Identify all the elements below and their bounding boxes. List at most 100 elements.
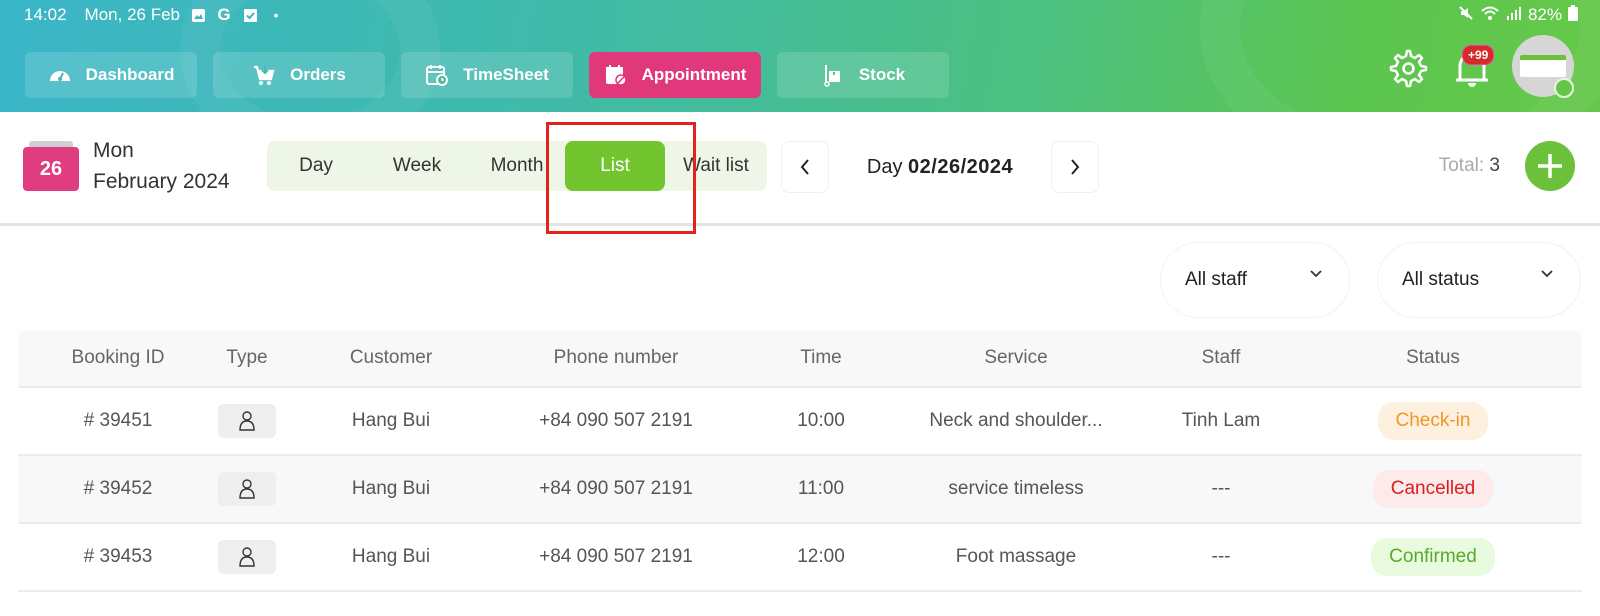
chevron-left-icon (800, 159, 809, 175)
nav-timesheet[interactable]: TimeSheet (401, 52, 573, 98)
nav-appointment-label: Appointment (641, 65, 747, 84)
view-tabs: Day Week Month List Wait list (267, 141, 767, 191)
staff-name: Tinh Lam (1181, 410, 1261, 431)
status-badge: Confirmed (1371, 538, 1495, 576)
next-day-button[interactable] (1051, 141, 1099, 193)
customer-name: Hang Bui (351, 478, 431, 499)
dashboard-gauge-icon (49, 71, 70, 81)
total-value: 3 (1489, 155, 1500, 176)
staff-filter-dropdown[interactable]: All staff (1160, 242, 1350, 318)
customer-name: Hang Bui (351, 546, 431, 567)
total-label: Total: (1438, 155, 1485, 176)
calendar-clock-icon (426, 65, 449, 86)
nav-dashboard[interactable]: Dashboard (25, 52, 197, 98)
tab-day[interactable]: Day (267, 141, 365, 191)
appointment-time: 10:00 (797, 410, 845, 431)
customer-name: Hang Bui (351, 410, 431, 431)
signal-icon (1506, 5, 1522, 26)
nav-dashboard-label: Dashboard (85, 65, 175, 84)
appointment-time: 12:00 (797, 546, 845, 567)
prev-day-button[interactable] (781, 141, 829, 193)
status-filter-value: All status (1402, 269, 1480, 290)
tab-wait-list[interactable]: Wait list (665, 141, 767, 191)
col-staff: Staff (1201, 347, 1241, 368)
service-name: service timeless (948, 478, 1084, 499)
col-phone: Phone number (553, 347, 679, 368)
status-date: Mon, 26 Feb (84, 5, 180, 24)
status-bar: 14:02 Mon, 26 Feb G • (24, 4, 284, 26)
booking-id: # 39453 (83, 546, 153, 567)
booking-id: # 39451 (83, 410, 153, 431)
status-time: 14:02 (24, 5, 67, 24)
image-icon (190, 7, 206, 23)
col-booking-id: Booking ID (71, 347, 165, 368)
tab-list[interactable]: List (565, 141, 665, 191)
table-row[interactable]: # 39451 Hang Bui +84 090 507 2191 10:00 … (18, 388, 1582, 456)
calendar-day: 26 (23, 147, 79, 191)
col-service: Service (984, 347, 1048, 368)
top-bar: 14:02 Mon, 26 Feb G • 82% Dashboard Orde… (0, 0, 1600, 112)
tab-week[interactable]: Week (365, 141, 469, 191)
staff-name: --- (1211, 546, 1231, 567)
col-type: Type (226, 347, 268, 368)
google-icon: G (217, 5, 231, 24)
status-filter-dropdown[interactable]: All status (1377, 242, 1581, 318)
table-header: Booking ID Type Customer Phone number Ti… (18, 330, 1582, 388)
mute-icon (1458, 5, 1474, 26)
status-badge: Cancelled (1372, 470, 1494, 508)
chevron-down-icon (1310, 270, 1322, 278)
plus-icon (1538, 154, 1562, 178)
person-icon (218, 540, 276, 574)
service-name: Neck and shoulder... (929, 410, 1103, 431)
person-icon (218, 404, 276, 438)
service-name: Foot massage (955, 546, 1077, 567)
appointments-table: Booking ID Type Customer Phone number Ti… (18, 330, 1582, 592)
status-badge: Check-in (1377, 402, 1489, 440)
nav-appointment[interactable]: Appointment (589, 52, 761, 98)
col-time: Time (800, 347, 842, 368)
phone-number: +84 090 507 2191 (539, 410, 693, 431)
month-year-label: February 2024 (93, 170, 230, 193)
calendar-check-icon (605, 65, 627, 86)
notification-badge: +99 (1462, 45, 1495, 65)
checkbox-icon (242, 7, 258, 23)
hand-truck-icon (824, 65, 840, 87)
nav-stock[interactable]: Stock (777, 52, 949, 98)
battery-level: 82% (1527, 5, 1562, 24)
nav-orders[interactable]: Orders (213, 52, 385, 98)
phone-number: +84 090 507 2191 (539, 478, 693, 499)
table-row[interactable]: # 39453 Hang Bui +84 090 507 2191 12:00 … (18, 524, 1582, 592)
tab-month[interactable]: Month (469, 141, 565, 191)
person-icon (218, 472, 276, 506)
gear-icon[interactable] (1386, 46, 1428, 88)
status-bar-right: 82% (1458, 4, 1578, 26)
main-nav: Dashboard Orders TimeSheet Appointment S… (25, 52, 949, 98)
nav-stock-label: Stock (858, 65, 906, 84)
appointment-time: 11:00 (797, 478, 845, 499)
wifi-icon (1480, 5, 1500, 26)
cart-icon (254, 65, 275, 85)
table-row[interactable]: # 39452 Hang Bui +84 090 507 2191 11:00 … (18, 456, 1582, 524)
booking-id: # 39452 (83, 478, 153, 499)
chevron-right-icon (1071, 159, 1080, 175)
staff-name: --- (1211, 478, 1231, 499)
dot-icon: • (273, 7, 279, 23)
chevron-down-icon (1541, 270, 1553, 278)
nav-orders-label: Orders (290, 65, 346, 84)
date-prefix: Day (866, 155, 903, 178)
online-status-indicator (1554, 78, 1574, 98)
current-date[interactable]: Day 02/26/2024 (829, 156, 1051, 179)
date-value: 02/26/2024 (908, 155, 1014, 178)
col-customer: Customer (349, 347, 433, 368)
date-navigator: Day 02/26/2024 (781, 141, 1099, 193)
avatar-image (1520, 55, 1566, 77)
staff-filter-value: All staff (1185, 269, 1247, 290)
add-appointment-button[interactable] (1525, 141, 1575, 191)
battery-icon (1568, 4, 1578, 26)
weekday-label: Mon (93, 139, 134, 162)
phone-number: +84 090 507 2191 (539, 546, 693, 567)
calendar-icon: 26 (23, 141, 79, 191)
total-count: Total: 3 (1439, 155, 1500, 177)
col-status: Status (1406, 347, 1460, 368)
nav-timesheet-label: TimeSheet (463, 65, 549, 84)
